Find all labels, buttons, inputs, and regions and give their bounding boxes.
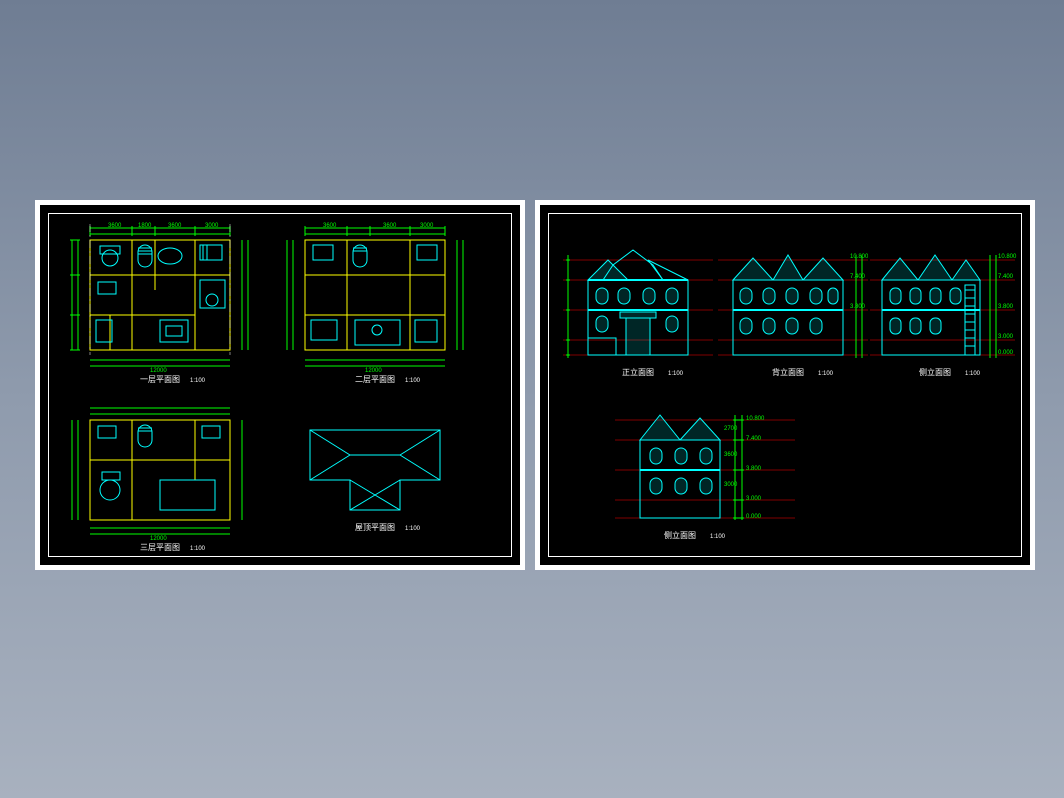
elev-title: 侧立面图 — [664, 530, 696, 540]
level-text: 10.800 — [850, 254, 868, 260]
plan-title: 一层平面图 — [140, 375, 180, 384]
dim-text: 3600 — [108, 223, 122, 229]
level-text: 7.400 — [746, 436, 762, 442]
elev-scale: 1:100 — [965, 371, 981, 377]
cad-sheets: 3600 1800 3600 3000 12000 一层平面图 1:100 36… — [35, 200, 1035, 570]
plan-scale: 1:100 — [190, 378, 206, 384]
plan-scale: 1:100 — [405, 378, 421, 384]
level-text: 0.000 — [746, 514, 762, 520]
level-text: 3.000 — [998, 334, 1014, 340]
plan-title: 屋顶平面图 — [355, 523, 395, 532]
plan-title: 三层平面图 — [140, 543, 180, 552]
dim-text: 3000 — [205, 223, 219, 229]
level-text: 3.800 — [746, 466, 762, 472]
dim-text: 3600 — [323, 223, 337, 229]
floor-plan-1[interactable]: 3600 1800 3600 3000 12000 一层平面图 1:100 — [60, 220, 260, 390]
elevation-front[interactable]: 正立面图 1:100 — [558, 230, 718, 390]
height-text: 2700 — [724, 426, 738, 432]
elev-scale: 1:100 — [668, 371, 684, 377]
height-text: 3000 — [724, 482, 738, 488]
roof-plan[interactable]: 屋顶平面图 1:100 — [290, 410, 470, 550]
elev-title: 背立面图 — [772, 367, 804, 377]
level-text: 3.000 — [746, 496, 762, 502]
sheet-floor-plans[interactable]: 3600 1800 3600 3000 12000 一层平面图 1:100 36… — [35, 200, 525, 570]
elev-scale: 1:100 — [710, 534, 726, 540]
elevation-side-2[interactable]: 10.800 7.400 3.800 3.000 0.000 2700 3600… — [600, 400, 800, 560]
elevation-side-1[interactable]: 10.800 7.400 3.800 3.000 0.000 侧立面图 1:10… — [870, 230, 1020, 390]
elev-title: 正立面图 — [622, 367, 654, 377]
height-text: 3600 — [724, 452, 738, 458]
level-text: 0.000 — [998, 350, 1014, 356]
floor-plan-2[interactable]: 3600 3600 3000 12000 二层平面图 1:100 — [275, 220, 475, 390]
elevation-rear[interactable]: 10.800 7.400 3.800 背立面图 1:100 — [718, 230, 868, 390]
elev-title: 侧立面图 — [919, 367, 951, 377]
dim-text: 3600 — [168, 223, 182, 229]
level-text: 10.800 — [998, 254, 1017, 260]
level-text: 10.800 — [746, 416, 765, 422]
dim-text: 3600 — [383, 223, 397, 229]
dim-text: 12000 — [365, 368, 382, 374]
plan-scale: 1:100 — [190, 546, 206, 552]
level-text: 3.800 — [998, 304, 1014, 310]
plan-scale: 1:100 — [405, 526, 421, 532]
dim-text: 3000 — [420, 223, 434, 229]
elev-scale: 1:100 — [818, 371, 834, 377]
dim-text: 12000 — [150, 368, 167, 374]
level-text: 7.400 — [998, 274, 1014, 280]
level-text: 3.800 — [850, 304, 866, 310]
dim-text: 12000 — [150, 536, 167, 542]
sheet-elevations[interactable]: 正立面图 1:100 10.800 7.400 3.800 背立面图 1:100… — [535, 200, 1035, 570]
plan-title: 二层平面图 — [355, 375, 395, 384]
floor-plan-3[interactable]: 12000 三层平面图 1:100 — [60, 400, 260, 560]
level-text: 7.400 — [850, 274, 866, 280]
dim-text: 1800 — [138, 223, 152, 229]
